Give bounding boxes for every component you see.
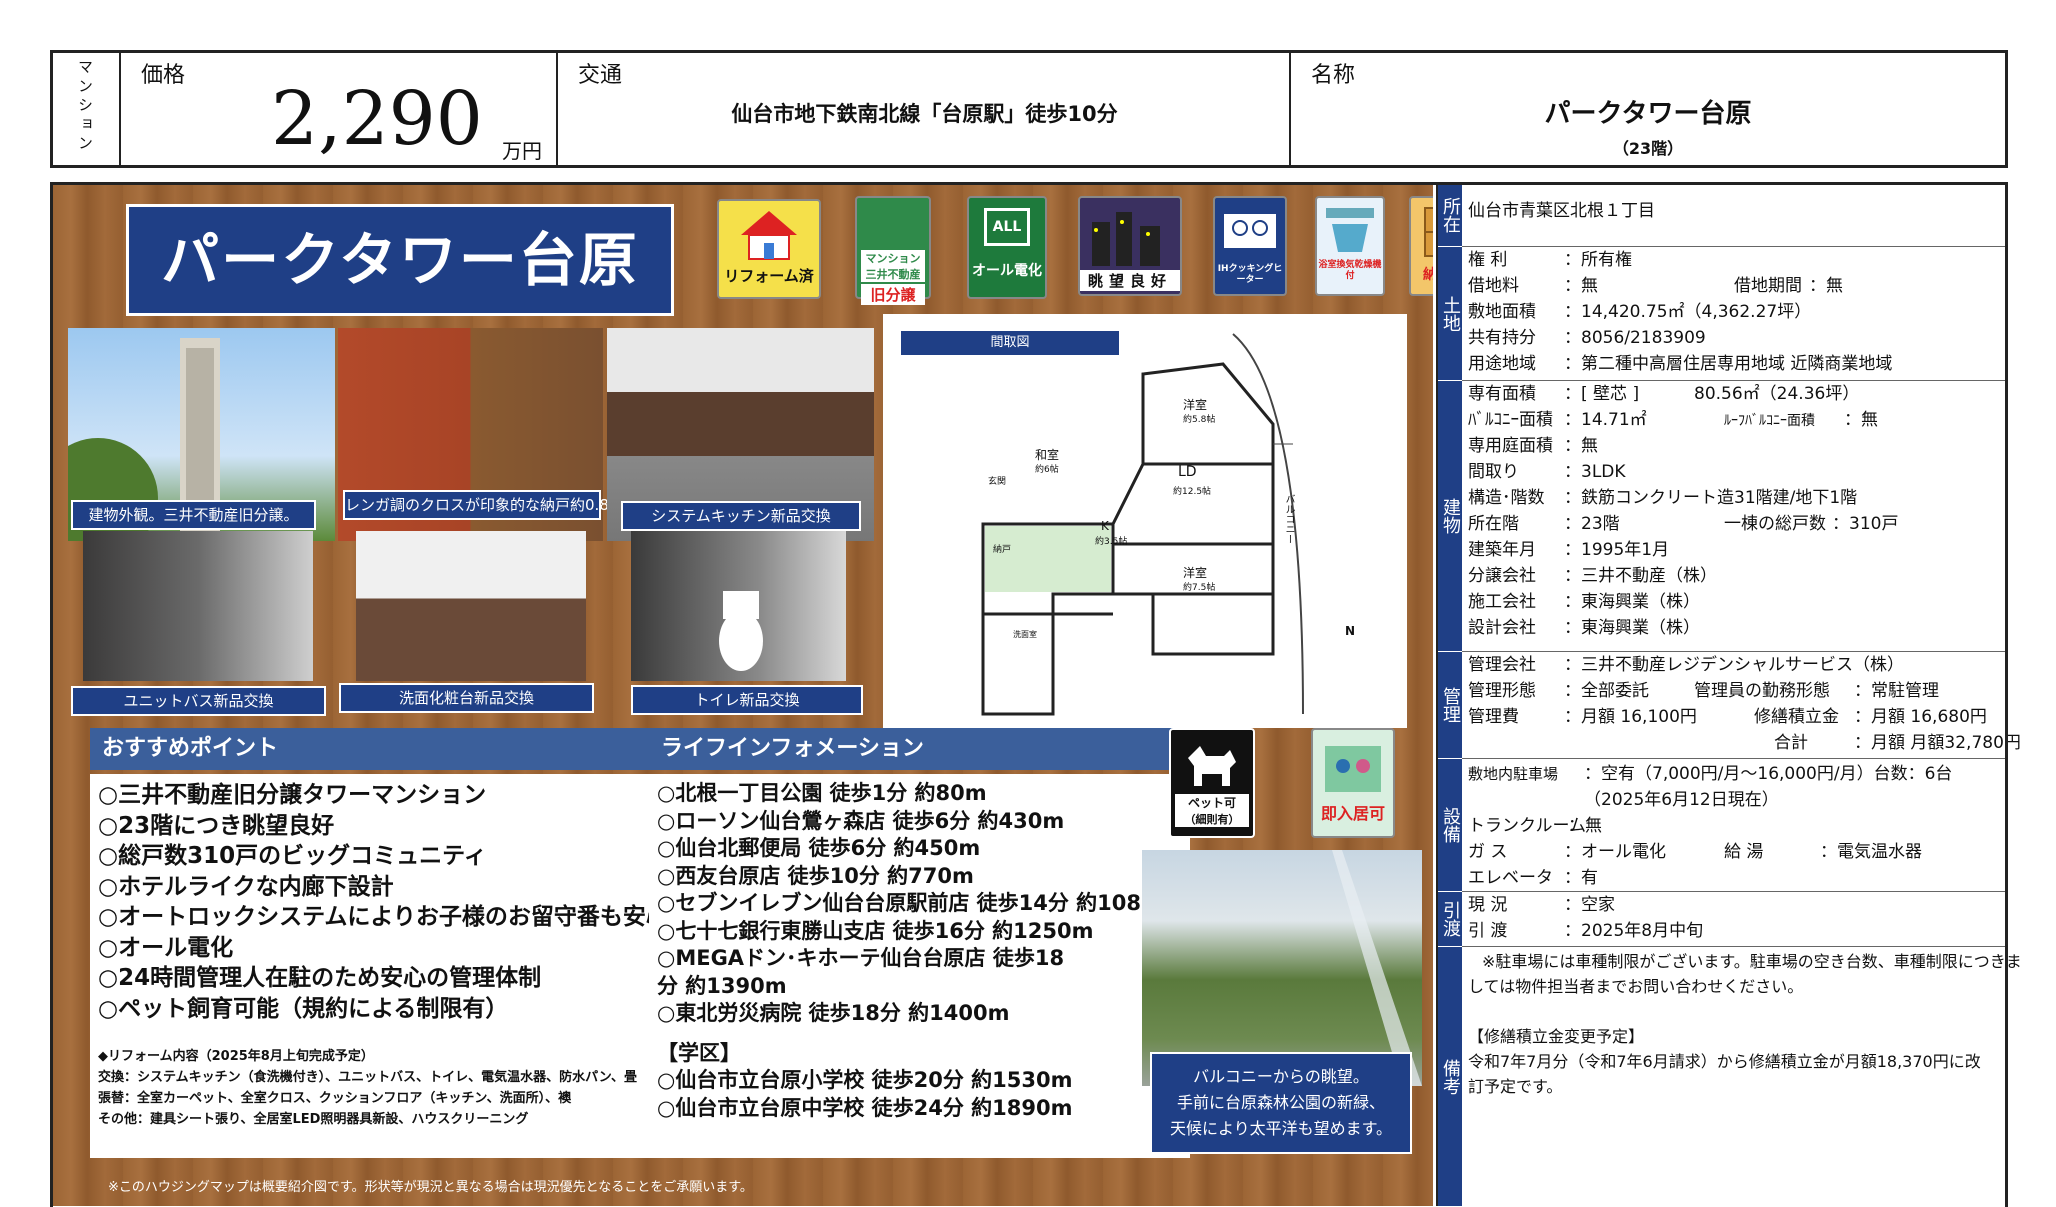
type-label: マンション [76,59,94,154]
pet-allowed-icon: ペット可 （細則有） [1169,728,1255,838]
remark-line: 訂予定です。 [1468,1077,1563,1096]
remark-line [1468,999,2022,1024]
photo-caption-toilet: トイレ新品交換 [631,685,863,715]
management-section: 管理 管理会社 ：三井不動産レジデンシャルサービス（株） 管理形態 ：全部委託 管理員… [1438,652,2021,758]
balcony-view-photo [1142,850,1422,1086]
view-caption-box: バルコニーからの眺望。 手前に台原森林公園の新緑、 天候により太平洋も望めます。 [1150,1052,1412,1154]
life-item: ○仙台北郵便局 徒歩6分 約450m [657,836,981,860]
recommend-point: ○23階につき眺望良好 [98,812,335,839]
recommend-title: おすすめポイント [90,728,670,770]
reform-note: 交換：システムキッチン（食洗機付き）、ユニットバス、トイレ、電気温水器、防水パン… [98,1070,637,1085]
price-label: 価格 [141,63,186,88]
type-cell: マンション [53,53,121,165]
land-section: 土地 権 利：所有権 借地料 ：無 借地期間 ：無 敷地面積 ：14,420.75㎡（4… [1438,247,2008,380]
building-section: 建物 専有面積 ：[ 壁芯 ] 80.56㎡（24.36坪） ﾊﾞﾙｺﾆｰ面積 ：14… [1438,381,2008,651]
reform-note: その他：建具シート張り、全居室LED照明器具新設、ハウスクリーニング [98,1112,529,1127]
life-item: ○MEGAドン･キホーテ仙台台原店 徒歩18分 約1390m [657,946,1065,998]
reform-note: 張替：全室カーペット、全室クロス、クッションフロア（キッチン、洗面所）、襖 [98,1091,572,1106]
life-info-box: ○北根一丁目公園 徒歩1分 約80m ○ローソン仙台鶯ヶ森店 徒歩6分 約430… [649,774,1190,1158]
promo-panel: パークタワー台原 リフォーム済 マンション 三井不動産 旧分譲 ALL オール電… [53,184,1433,1206]
header-bar: マンション 価格 2,290 万円 交通 仙台市地下鉄南北線「台原駅」徒歩10分… [50,50,2008,168]
ih-heater-icon: IHクッキングヒーター [1213,196,1287,296]
photo-caption-storage: レンガ調のクロスが印象的な納戸約0.8帖 [343,490,624,520]
recommend-point: ○三井不動産旧分譲タワーマンション [98,782,487,808]
floorplan-box: 間取図 洋室 約5.8帖 和室 約6帖 LD 約12.5帖 K 約3.5帖 洋室… [883,314,1407,728]
name-value: パークタワー台原 [1544,99,1752,129]
recommend-point: ○ホテルライクな内廊下設計 [98,873,394,900]
facilities-section: 設備 敷地内駐車場 ：空有（7,000円/月～16,000円/月）台数：6台 （2… [1438,759,2008,891]
location-value: 仙台市青葉区北根１丁目 [1468,201,1655,221]
footnote: ※このハウジングマップは概要紹介図です。形状等が現況と異なる場合は現況優先となる… [108,1180,753,1195]
recommend-point: ○オートロックシステムによりお子様のお留守番も安心 [98,904,669,930]
land-head: 土地 [1438,247,1462,380]
washroom-photo [356,531,586,681]
remark-line: ※駐車場には車種制限がございます。駐車場の空き台数、車種制限につきま [1482,952,2022,971]
old-sale-icon: マンション 三井不動産 旧分譲 [855,196,931,305]
photo-caption-kitchen: システムキッチン新品交換 [621,501,861,531]
name-cell: 名称 パークタワー台原 （23階） [1291,53,2005,165]
remark-line: 令和7年7月分（令和7年6月請求）から修繕積立金が月額18,370円に改 [1468,1052,1981,1071]
life-item: ○東北労災病院 徒歩18分 約1400m [657,1001,1010,1025]
transport-value: 仙台市地下鉄南北線「台原駅」徒歩10分 [731,102,1118,126]
photo-caption-exterior: 建物外観。三井不動産旧分譲。 [71,500,316,530]
recommend-box: ○三井不動産旧分譲タワーマンション ○23階につき眺望良好 ○総戸数310戸のビ… [90,774,670,1158]
transport-cell: 交通 仙台市地下鉄南北線「台原駅」徒歩10分 [558,53,1291,165]
property-info-table: 所在 仙台市青葉区北根１丁目 土地 権 利：所有権 借地料 ：無 借地期間 ：無 敷地… [1436,184,2022,1206]
remarks-section: 備考 ※駐車場には車種制限がございます。駐車場の空き台数、車種制限につきま して… [1438,947,2022,1206]
price-value: 2,290 [271,76,483,162]
north-icon: N [1345,624,1356,638]
price-cell: 価格 2,290 万円 [121,53,558,165]
view-icon: 眺望良好 [1078,196,1182,296]
recommend-point: ○総戸数310戸のビッグコミュニティ [98,843,487,869]
floorplan-drawing [981,333,1304,716]
reform-note: ◆リフォーム内容（2025年8月上旬完成予定） [98,1049,374,1064]
name-label: 名称 [1311,63,1356,88]
remark-line: 【修繕積立金変更予定】 [1468,1027,1645,1046]
facilities-head: 設備 [1438,759,1462,891]
remarks-head: 備考 [1438,947,1462,1206]
recommend-point: ○ペット飼育可能（規約による制限有） [98,995,509,1022]
price-unit: 万円 [502,139,542,163]
life-item: ○セブンイレブン仙台台原駅前店 徒歩14分 約1080m [657,891,1178,915]
recommend-point: ○オール電化 [98,934,234,961]
school-item: ○仙台市立台原小学校 徒歩20分 約1530m [657,1068,1073,1092]
floor-value: （23階） [1612,139,1684,158]
all-electric-icon: ALL オール電化 [967,196,1047,299]
management-head: 管理 [1438,652,1462,758]
life-item: ○七十七銀行東勝山支店 徒歩16分 約1250m [657,918,1094,943]
toilet-photo [631,531,846,681]
building-head: 建物 [1438,381,1462,651]
life-info-title: ライフインフォメーション [649,728,1190,770]
bath-photo [83,531,313,681]
photo-caption-washroom: 洗面化粧台新品交換 [339,683,594,713]
life-item: ○北根一丁目公園 徒歩1分 約80m [657,781,987,805]
transport-label: 交通 [578,63,623,88]
storage-room-icon: 納戸有 [1409,196,1433,296]
photo-caption-bath: ユニットバス新品交換 [71,686,326,716]
handover-head: 引渡 [1438,892,1462,946]
remark-line: しては物件担当者までお問い合わせください。 [1468,977,1804,996]
location-head: 所在 [1438,184,1462,246]
banner-title: パークタワー台原 [161,226,639,294]
move-in-icon: 即入居可 [1311,728,1395,838]
location-section: 所在 仙台市青葉区北根１丁目 [1438,184,2008,246]
handover-section: 引渡 現 況：空家 引 渡：2025年8月中旬 [1438,892,2008,946]
school-title: 【学区】 [657,1040,741,1065]
banner: パークタワー台原 [126,204,674,316]
school-item: ○仙台市立台原中学校 徒歩24分 約1890m [657,1095,1073,1120]
reform-icon: リフォーム済 [717,199,821,299]
recommend-point: ○24時間管理人在駐のため安心の管理体制 [98,965,542,991]
life-item: ○西友台原店 徒歩10分 約770m [657,863,974,888]
bath-dryer-icon: 浴室換気乾燥機付 [1315,196,1385,296]
life-item: ○ローソン仙台鶯ヶ森店 徒歩6分 約430m [657,808,1065,833]
